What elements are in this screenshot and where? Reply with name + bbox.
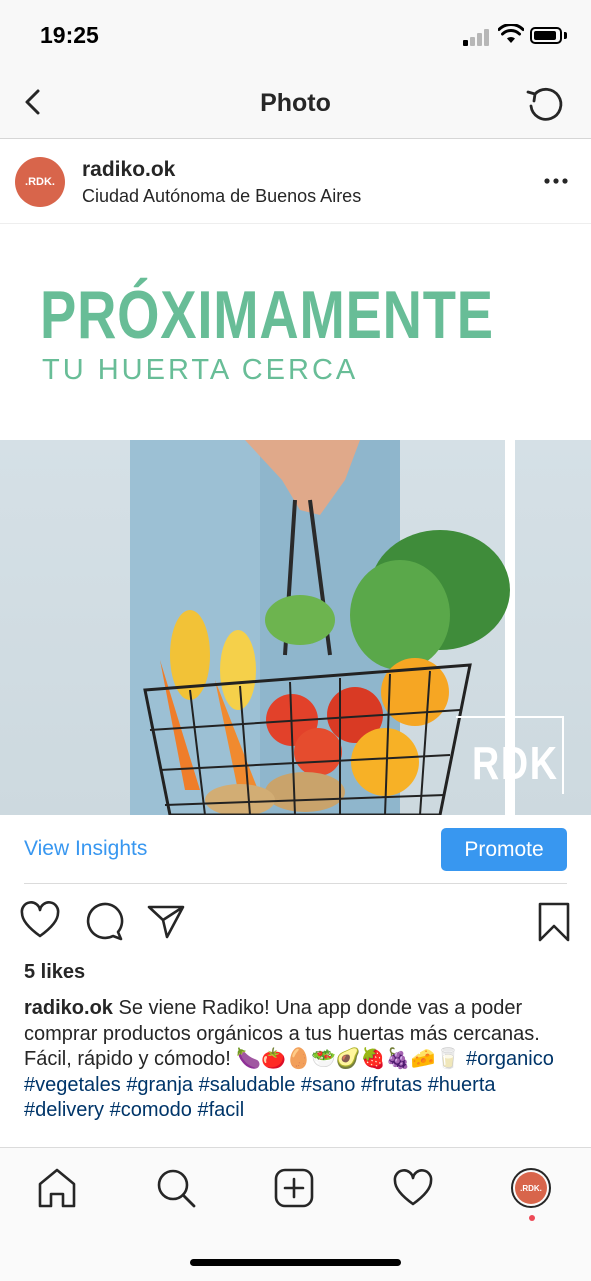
hashtag[interactable]: #comodo [110,1099,192,1121]
hashtag[interactable]: #frutas [361,1074,422,1096]
post-username[interactable]: radiko.ok [82,158,175,182]
bookmark-icon[interactable] [536,901,572,943]
add-icon[interactable] [270,1164,318,1212]
watermark-logo: RDK [456,716,564,794]
heart-icon[interactable] [20,901,60,941]
promote-button[interactable]: Promote [441,828,567,871]
promo-banner: PRÓXIMAMENTE TU HUERTA CERCA [0,224,591,440]
hashtag[interactable]: #delivery [24,1099,104,1121]
hashtag[interactable]: #huerta [428,1074,496,1096]
more-options-icon[interactable] [543,177,569,185]
hashtag[interactable]: #saludable [199,1074,296,1096]
home-icon[interactable] [33,1164,81,1212]
hashtag[interactable]: #vegetales [24,1074,121,1096]
battery-icon [530,27,562,44]
post-caption: radiko.ok Se viene Radiko! Una app donde… [24,996,572,1124]
avatar-text: .RDK. [25,176,55,188]
view-insights-link[interactable]: View Insights [24,837,147,861]
refresh-icon[interactable] [522,82,568,128]
post-location[interactable]: Ciudad Autónoma de Buenos Aires [82,186,361,207]
tab-avatar-text: .RDK. [520,1183,542,1193]
activity-icon[interactable] [389,1164,437,1212]
promo-subheadline: TU HUERTA CERCA [42,354,359,386]
notification-dot [529,1215,535,1221]
promo-headline: PRÓXIMAMENTE [40,277,494,353]
status-bar: 19:25 [0,0,591,72]
search-icon[interactable] [152,1164,200,1212]
page-title: Photo [260,89,331,117]
post-image[interactable]: PRÓXIMAMENTE TU HUERTA CERCA RDK [0,224,591,815]
post-header: .RDK. radiko.ok Ciudad Autónoma de Bueno… [0,139,591,224]
cellular-signal-icon [463,28,491,46]
wifi-icon [498,24,524,43]
status-time: 19:25 [40,22,99,48]
battery-cap [564,32,567,39]
product-photo: RDK [0,440,591,815]
hashtag[interactable]: #facil [197,1099,244,1121]
caption-username[interactable]: radiko.ok [24,997,113,1019]
avatar[interactable]: .RDK. [15,157,65,207]
hashtag[interactable]: #granja [126,1074,193,1096]
comment-icon[interactable] [84,901,124,941]
home-indicator [190,1259,401,1266]
hashtag[interactable]: #sano [301,1074,356,1096]
likes-count[interactable]: 5 likes [24,961,85,984]
watermark-text: RDK [472,737,559,789]
nav-bar: Photo [0,72,591,139]
insights-row: View Insights Promote [24,815,567,884]
profile-avatar[interactable]: .RDK. [511,1168,551,1208]
hashtag[interactable]: #organico [466,1048,554,1070]
share-icon[interactable] [146,901,186,941]
post-actions [0,897,591,947]
